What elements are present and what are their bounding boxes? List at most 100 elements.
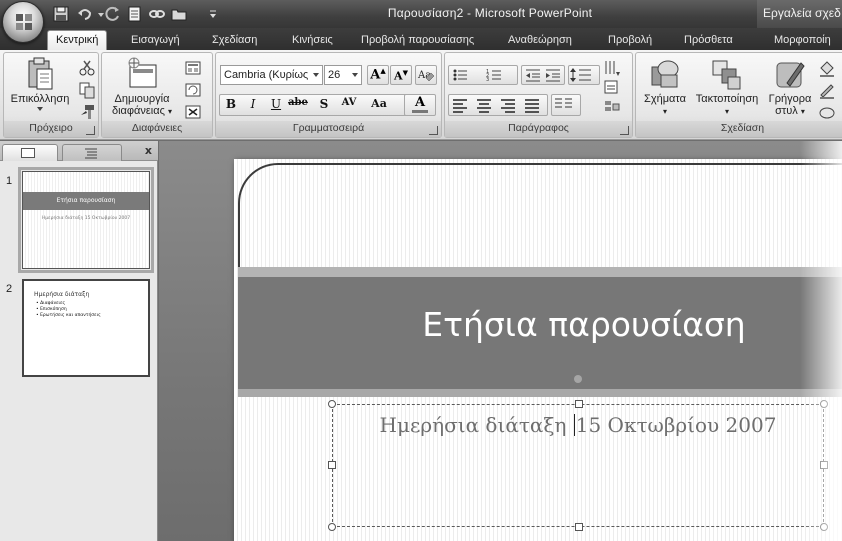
resize-handle-right[interactable]	[820, 461, 828, 469]
align-left-icon[interactable]	[451, 96, 469, 114]
columns-button[interactable]	[551, 94, 581, 116]
shapes-button[interactable]: Σχήματα ▾	[640, 57, 690, 118]
redo-icon[interactable]	[104, 5, 122, 23]
link-icon[interactable]	[148, 5, 166, 23]
pane-close-icon[interactable]: x	[145, 144, 152, 157]
office-button[interactable]	[2, 1, 44, 43]
font-name-combo[interactable]: Cambria (Κυρίως	[220, 65, 323, 85]
clear-formatting-button[interactable]: Aa	[415, 65, 437, 85]
customize-toolbar-icon[interactable]	[204, 5, 216, 23]
resize-handle-top-right[interactable]	[820, 400, 828, 408]
slide-canvas[interactable]: Ετήσια παρουσίαση Ημερήσια διάταξη 15 Οκ…	[234, 159, 842, 541]
layout-icon[interactable]	[184, 59, 202, 77]
text-cursor	[573, 414, 575, 436]
shadow-icon[interactable]: S	[313, 95, 335, 115]
slides-pane: x 1 Ετήσια παρουσίαση Ημερήσια διάταξη 1…	[0, 141, 158, 541]
paste-icon	[28, 57, 53, 90]
convert-to-smartart-icon[interactable]	[603, 99, 621, 117]
paragraph-group-label: Παράγραφος	[445, 121, 632, 137]
slides-group-label: Διαφάνειες	[102, 121, 212, 137]
italic-icon[interactable]: I	[242, 95, 264, 115]
thumb-2-bullet-3: Ερωτήσεις και απαντήσεις	[40, 313, 101, 318]
clipboard-group-label: Πρόχειρο	[4, 121, 98, 137]
outline-icon	[85, 148, 97, 159]
print-preview-icon[interactable]	[126, 5, 144, 23]
font-size-dropdown-icon[interactable]	[352, 73, 358, 77]
change-case-icon[interactable]: Aa	[368, 95, 390, 115]
shape-fill-icon[interactable]	[818, 59, 836, 77]
font-size-combo[interactable]: 26	[324, 65, 362, 85]
font-color-button[interactable]: A	[404, 94, 436, 116]
font-dialog-launcher-icon[interactable]	[429, 126, 438, 135]
clear-formatting-icon: Aa	[417, 70, 435, 82]
paste-dropdown-icon[interactable]	[37, 107, 43, 111]
slide-editing-area: Ετήσια παρουσίαση Ημερήσια διάταξη 15 Οκ…	[159, 141, 842, 541]
shape-effects-icon[interactable]	[818, 103, 836, 121]
bold-icon[interactable]: B	[220, 95, 242, 115]
numbering-icon[interactable]: 123	[485, 66, 503, 84]
resize-handle-bottom-right[interactable]	[820, 523, 828, 531]
delete-slide-icon[interactable]	[184, 103, 202, 121]
tab-slide-show[interactable]: Προβολή παρουσίασης	[361, 32, 474, 50]
character-spacing-icon[interactable]: AV	[338, 95, 360, 115]
font-name-dropdown-icon[interactable]	[313, 73, 319, 77]
paragraph-dialog-launcher-icon[interactable]	[620, 126, 629, 135]
underline-icon[interactable]: U	[265, 95, 287, 115]
slide-thumbnail-2[interactable]: Ημερήσια διάταξη • Διαφάνειες • Επισκόπη…	[22, 279, 150, 377]
thumb-2-bullet-1: Διαφάνειες	[40, 301, 66, 306]
increase-indent-icon[interactable]	[544, 66, 562, 84]
justify-icon[interactable]	[523, 96, 541, 114]
tab-format[interactable]: Μορφοποίη	[774, 32, 831, 50]
tab-design[interactable]: Σχεδίαση	[212, 32, 257, 50]
resize-handle-bottom[interactable]	[575, 523, 583, 531]
save-icon[interactable]	[52, 5, 70, 23]
bullets-icon[interactable]	[451, 66, 469, 84]
subtitle-placeholder[interactable]: Ημερήσια διάταξη 15 Οκτωβρίου 2007	[328, 400, 828, 531]
undo-dropdown-icon[interactable]	[92, 5, 104, 23]
font-size-value: 26	[328, 69, 341, 81]
tab-add-ins[interactable]: Πρόσθετα	[684, 32, 733, 50]
tab-animations[interactable]: Κινήσεις	[292, 32, 333, 50]
title-band-bottom-stripe	[238, 389, 842, 397]
slide-thumbnail-1[interactable]: Ετήσια παρουσίαση Ημερήσια διάταξη 15 Οκ…	[18, 167, 154, 273]
thumb-1-title: Ετήσια παρουσίαση	[23, 192, 149, 210]
shrink-font-button[interactable]: A▼	[390, 65, 412, 85]
open-folder-icon[interactable]	[170, 5, 188, 23]
reset-slide-icon[interactable]	[184, 81, 202, 99]
subtitle-text[interactable]: Ημερήσια διάταξη 15 Οκτωβρίου 2007	[333, 413, 823, 437]
slide-title[interactable]: Ετήσια παρουσίαση	[344, 305, 824, 344]
clipboard-dialog-launcher-icon[interactable]	[86, 126, 95, 135]
arrange-button[interactable]: Τακτοποίηση ▾	[690, 57, 764, 118]
align-text-icon[interactable]	[603, 79, 621, 97]
align-center-icon[interactable]	[475, 96, 493, 114]
new-slide-button[interactable]: Δημιουργία διαφάνειας ▾	[104, 57, 180, 118]
resize-handle-bottom-left[interactable]	[328, 523, 336, 531]
tab-slides-thumbnails[interactable]	[2, 144, 58, 161]
strikethrough-icon[interactable]: abe	[287, 95, 309, 115]
align-right-icon[interactable]	[499, 96, 517, 114]
shape-outline-icon[interactable]	[818, 81, 836, 99]
format-painter-icon[interactable]	[78, 103, 96, 121]
cut-icon[interactable]	[78, 59, 96, 77]
line-spacing-button[interactable]	[568, 65, 600, 85]
resize-handle-left[interactable]	[328, 461, 336, 469]
tab-insert[interactable]: Εισαγωγή	[131, 32, 180, 50]
quick-styles-button[interactable]: Γρήγορα στυλ ▾	[764, 57, 816, 118]
quick-styles-label-line1: Γρήγορα	[768, 93, 812, 105]
tab-review[interactable]: Αναθεώρηση	[508, 32, 572, 50]
office-logo-icon	[16, 14, 32, 30]
copy-icon[interactable]	[78, 81, 96, 99]
text-direction-icon[interactable]	[603, 59, 621, 77]
tab-home[interactable]: Κεντρική	[47, 30, 108, 51]
grow-font-button[interactable]: A▲	[367, 65, 389, 85]
tab-view[interactable]: Προβολή	[608, 32, 652, 50]
line-spacing-icon	[570, 68, 591, 82]
resize-handle-top-left[interactable]	[328, 400, 336, 408]
resize-handle-top[interactable]	[575, 400, 583, 408]
tab-outline[interactable]	[62, 144, 122, 161]
rotation-handle[interactable]	[574, 375, 582, 383]
paste-button[interactable]: Επικόλληση	[7, 57, 73, 111]
slide-number-2: 2	[6, 283, 13, 295]
decrease-indent-icon[interactable]	[524, 66, 542, 84]
paste-label: Επικόλληση	[10, 93, 70, 105]
